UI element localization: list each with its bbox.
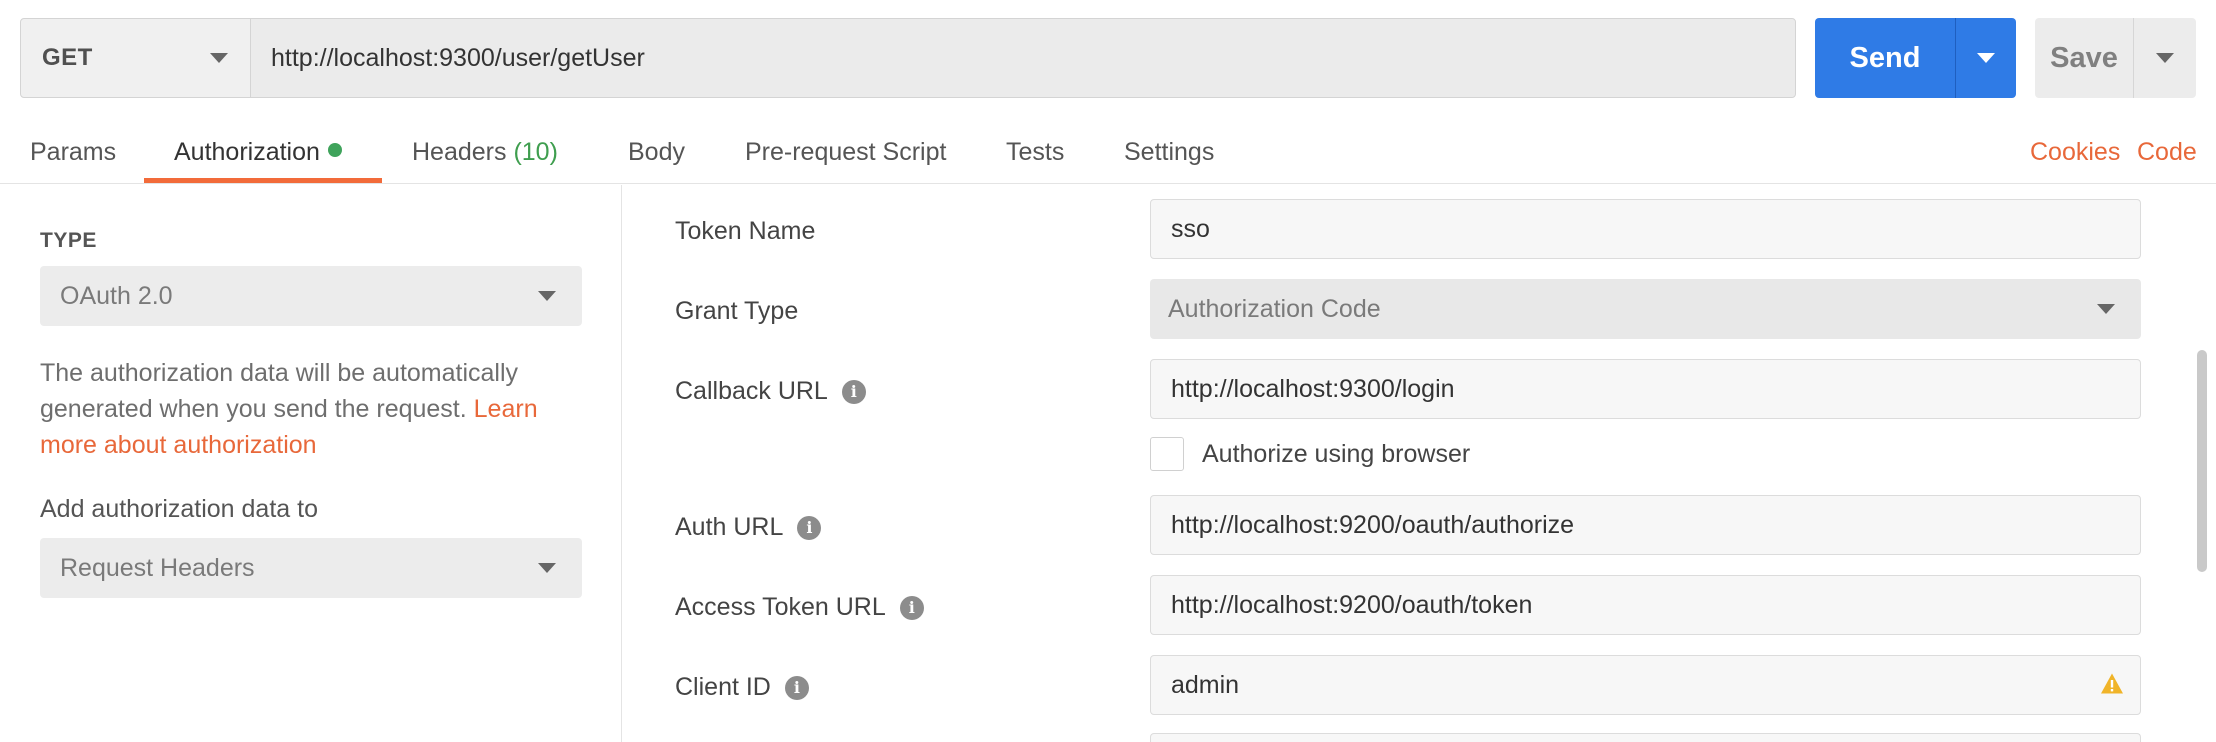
tab-pre-request-script[interactable]: Pre-request Script	[745, 138, 946, 167]
checkbox-label: Authorize using browser	[1202, 439, 1471, 468]
tab-authorization[interactable]: Authorization	[174, 138, 342, 167]
method-select[interactable]: GET	[21, 19, 251, 97]
info-icon[interactable]: i	[784, 675, 809, 700]
tab-tests[interactable]: Tests	[1006, 138, 1064, 167]
client-id-input[interactable]: admin	[1150, 655, 2141, 715]
add-to-select[interactable]: Request Headers	[40, 538, 582, 598]
send-button-group: Send	[1815, 18, 2016, 98]
save-button-group: Save	[2035, 18, 2196, 98]
warning-icon[interactable]	[2100, 672, 2124, 696]
tab-label: Params	[30, 138, 117, 166]
callback-url-label: Callback URL i	[675, 377, 866, 406]
info-icon[interactable]: i	[899, 595, 924, 620]
access-token-url-input[interactable]: http://localhost:9200/oauth/token	[1150, 575, 2141, 635]
info-icon[interactable]: i	[841, 379, 866, 404]
chevron-down-icon	[2156, 53, 2174, 63]
headers-count-badge: (10)	[513, 138, 558, 166]
request-bar: GET http://localhost:9300/user/getUser	[20, 18, 1796, 98]
tab-label: Authorization	[174, 138, 320, 166]
send-options-button[interactable]	[1955, 18, 2016, 98]
client-secret-input[interactable]	[1150, 733, 2141, 742]
auth-description: The authorization data will be automatic…	[40, 355, 600, 463]
chevron-down-icon	[538, 563, 556, 573]
save-options-button[interactable]	[2133, 18, 2196, 98]
auth-url-input[interactable]: http://localhost:9200/oauth/authorize	[1150, 495, 2141, 555]
chevron-down-icon	[1977, 53, 1995, 63]
callback-url-input[interactable]: http://localhost:9300/login	[1150, 359, 2141, 419]
info-icon[interactable]: i	[797, 515, 822, 540]
chevron-down-icon	[2097, 304, 2115, 314]
chevron-down-icon	[538, 291, 556, 301]
client-id-label: Client ID i	[675, 673, 809, 702]
authorize-browser-option[interactable]: Authorize using browser	[1150, 437, 1470, 471]
tab-headers[interactable]: Headers (10)	[412, 138, 558, 167]
tab-body[interactable]: Body	[628, 138, 685, 167]
label-text: Client ID	[675, 673, 771, 701]
code-link[interactable]: Code	[2137, 138, 2197, 167]
tab-label: Body	[628, 138, 685, 166]
tab-settings[interactable]: Settings	[1124, 138, 1214, 167]
oauth-config-panel: Token Name sso Grant Type Authorization …	[623, 185, 2216, 742]
tab-label: Tests	[1006, 138, 1065, 166]
auth-type-value: OAuth 2.0	[60, 281, 173, 310]
tab-params[interactable]: Params	[30, 138, 116, 167]
active-tab-indicator	[144, 178, 382, 183]
tab-label: Headers	[412, 138, 507, 166]
grant-type-label: Grant Type	[675, 297, 798, 326]
token-name-input[interactable]: sso	[1150, 199, 2141, 259]
scrollbar-thumb[interactable]	[2197, 350, 2207, 572]
type-label: TYPE	[40, 229, 97, 252]
label-text: Access Token URL	[675, 593, 886, 621]
access-token-url-label: Access Token URL i	[675, 593, 924, 622]
token-name-label: Token Name	[675, 217, 815, 246]
request-tabs: Params Authorization Headers (10) Body P…	[0, 122, 2216, 184]
auth-type-panel: TYPE OAuth 2.0 The authorization data wi…	[0, 185, 622, 742]
auth-type-select[interactable]: OAuth 2.0	[40, 266, 582, 326]
active-dot-icon	[327, 143, 342, 157]
chevron-down-icon	[210, 53, 228, 63]
send-button[interactable]: Send	[1815, 18, 1955, 98]
grant-type-value: Authorization Code	[1168, 294, 1381, 323]
client-id-value: admin	[1171, 670, 1240, 699]
tab-label: Settings	[1124, 138, 1215, 166]
label-text: Callback URL	[675, 377, 828, 405]
authorize-browser-checkbox[interactable]	[1150, 437, 1184, 471]
label-text: Auth URL	[675, 513, 784, 541]
save-button[interactable]: Save	[2035, 18, 2133, 98]
tab-label: Pre-request Script	[745, 138, 947, 166]
url-input[interactable]: http://localhost:9300/user/getUser	[251, 19, 1795, 97]
add-to-value: Request Headers	[60, 553, 255, 582]
label-text: Token Name	[675, 217, 816, 245]
add-to-label: Add authorization data to	[40, 495, 318, 523]
cookies-link[interactable]: Cookies	[2030, 138, 2120, 167]
auth-description-text: The authorization data will be automatic…	[40, 359, 519, 423]
grant-type-select[interactable]: Authorization Code	[1150, 279, 2141, 339]
auth-url-label: Auth URL i	[675, 513, 822, 542]
method-label: GET	[42, 44, 93, 71]
label-text: Grant Type	[675, 297, 799, 325]
